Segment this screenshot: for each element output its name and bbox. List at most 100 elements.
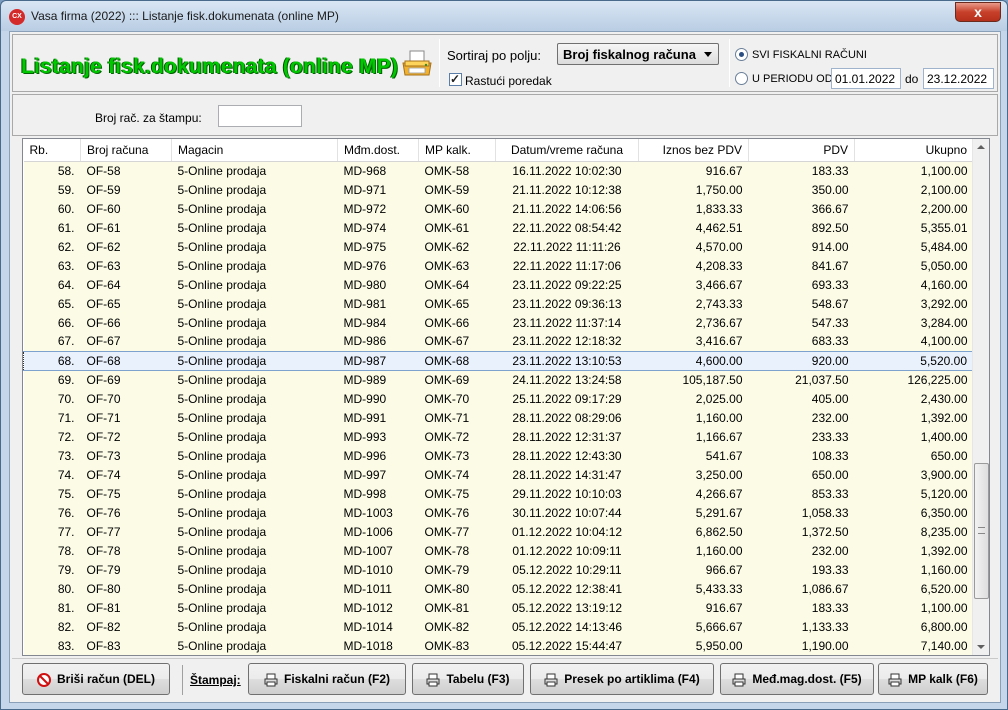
table-row[interactable]: 81. OF-81 5-Online prodaja MD-1012 OMK-81 05.… (23, 598, 974, 617)
table-row[interactable]: 71. OF-71 5-Online prodaja MD-991 OMK-71 28.1… (23, 408, 974, 427)
cell-magacin: 5-Online prodaja (171, 541, 338, 560)
cell-mdm-dost: MD-997 (337, 465, 419, 484)
cell-datum: 23.11.2022 12:18:32 (495, 332, 639, 351)
table-row[interactable]: 74. OF-74 5-Online prodaja MD-997 OMK-74 28.1… (23, 465, 974, 484)
cell-pdv: 405.00 (748, 389, 855, 408)
table-row[interactable]: 68. OF-68 5-Online prodaja MD-987 OMK-68 23.1… (23, 350, 974, 371)
print-table-button[interactable]: Tabelu (F3) (412, 663, 524, 695)
column-header-mdm-dost[interactable]: Mđm.dost. (337, 139, 419, 162)
cell-pdv: 548.67 (748, 294, 855, 313)
cell-datum: 28.11.2022 14:31:47 (495, 465, 639, 484)
table-row[interactable]: 82. OF-82 5-Online prodaja MD-1014 OMK-82 05.… (23, 617, 974, 636)
cell-mdm-dost: MD-981 (337, 294, 419, 313)
column-header-mp-kalk[interactable]: MP kalk. (418, 139, 496, 162)
cell-datum: 05.12.2022 10:29:11 (495, 560, 639, 579)
column-header-broj[interactable]: Broj računa (80, 139, 172, 162)
table-row[interactable]: 73. OF-73 5-Online prodaja MD-996 OMK-73 28.1… (23, 446, 974, 465)
column-header-ukupno[interactable]: Ukupno (854, 139, 974, 162)
column-header-magacin[interactable]: Magacin (171, 139, 338, 162)
cell-ukupno: 2,200.00 (854, 199, 974, 218)
cell-mp-kalk: OMK-59 (418, 180, 496, 199)
cell-datum: 29.11.2022 10:10:03 (495, 484, 639, 503)
radio-all-receipts[interactable] (735, 48, 748, 61)
cell-mdm-dost: MD-987 (337, 350, 419, 371)
cell-iznos: 1,160.00 (638, 541, 749, 560)
table-row[interactable]: 64. OF-64 5-Online prodaja MD-980 OMK-64 23.1… (23, 275, 974, 294)
cell-rb: 65. (23, 294, 81, 313)
cell-ukupno: 6,520.00 (854, 579, 974, 598)
print-number-input[interactable] (218, 105, 302, 127)
vertical-scrollbar[interactable] (972, 139, 989, 655)
table-row[interactable]: 70. OF-70 5-Online prodaja MD-990 OMK-70 25.1… (23, 389, 974, 408)
cell-mp-kalk: OMK-61 (418, 218, 496, 237)
table-row[interactable]: 77. OF-77 5-Online prodaja MD-1006 OMK-77 01.… (23, 522, 974, 541)
table-body: 58. OF-58 5-Online prodaja MD-968 OMK-58 16.1… (23, 161, 974, 655)
cell-mdm-dost: MD-1010 (337, 560, 419, 579)
close-button[interactable]: x (955, 2, 1001, 22)
cell-broj: OF-72 (80, 427, 172, 446)
scrollbar-thumb[interactable] (974, 463, 989, 599)
cell-magacin: 5-Online prodaja (171, 579, 338, 598)
scroll-up-icon[interactable] (977, 145, 985, 149)
table-row[interactable]: 65. OF-65 5-Online prodaja MD-981 OMK-65 23.1… (23, 294, 974, 313)
table-row[interactable]: 60. OF-60 5-Online prodaja MD-972 OMK-60 21.1… (23, 199, 974, 218)
cell-datum: 05.12.2022 12:38:41 (495, 579, 639, 598)
table-row[interactable]: 63. OF-63 5-Online prodaja MD-976 OMK-63 22.1… (23, 256, 974, 275)
receipts-grid[interactable]: Rb. Broj računa Magacin Mđm.dost. MP kal… (22, 138, 990, 656)
column-header-pdv[interactable]: PDV (748, 139, 855, 162)
delete-receipt-button[interactable]: Briši račun (DEL) (22, 663, 170, 695)
column-header-iznos[interactable]: Iznos bez PDV (638, 139, 749, 162)
table-row[interactable]: 69. OF-69 5-Online prodaja MD-989 OMK-69 24.1… (23, 370, 974, 389)
table-row[interactable]: 83. OF-83 5-Online prodaja MD-1018 OMK-83 05.… (23, 636, 974, 655)
table-row[interactable]: 79. OF-79 5-Online prodaja MD-1010 OMK-79 05.… (23, 560, 974, 579)
column-header-datum[interactable]: Datum/vreme računa (495, 139, 639, 162)
print-fiscal-receipt-button[interactable]: Fiskalni račun (F2) (248, 663, 406, 695)
print-mp-calc-button[interactable]: MP kalk (F6) (878, 663, 988, 695)
date-to-field[interactable]: 23.12.2022 (923, 68, 994, 89)
table-row[interactable]: 61. OF-61 5-Online prodaja MD-974 OMK-61 22.1… (23, 218, 974, 237)
cell-mdm-dost: MD-991 (337, 408, 419, 427)
table-row[interactable]: 72. OF-72 5-Online prodaja MD-993 OMK-72 28.1… (23, 427, 974, 446)
cell-rb: 74. (23, 465, 81, 484)
table-row[interactable]: 75. OF-75 5-Online prodaja MD-998 OMK-75 29.1… (23, 484, 974, 503)
cell-ukupno: 2,100.00 (854, 180, 974, 199)
print-item-summary-button[interactable]: Presek po artiklima (F4) (530, 663, 714, 695)
cell-mdm-dost: MD-971 (337, 180, 419, 199)
date-from-field[interactable]: 01.01.2022 (831, 68, 901, 89)
print-transfer-button[interactable]: Međ.mag.dost. (F5) (720, 663, 874, 695)
cell-mp-kalk: OMK-82 (418, 617, 496, 636)
ascending-checkbox[interactable] (449, 72, 462, 86)
table-row[interactable]: 76. OF-76 5-Online prodaja MD-1003 OMK-76 30.… (23, 503, 974, 522)
table-row[interactable]: 78. OF-78 5-Online prodaja MD-1007 OMK-78 01.… (23, 541, 974, 560)
cell-mp-kalk: OMK-65 (418, 294, 496, 313)
table-row[interactable]: 66. OF-66 5-Online prodaja MD-984 OMK-66 23.1… (23, 313, 974, 332)
scroll-down-icon[interactable] (977, 645, 985, 649)
cell-mdm-dost: MD-968 (337, 161, 419, 180)
table-row[interactable]: 67. OF-67 5-Online prodaja MD-986 OMK-67 23.1… (23, 332, 974, 351)
radio-period[interactable] (735, 72, 748, 85)
cell-magacin: 5-Online prodaja (171, 427, 338, 446)
cell-pdv: 232.00 (748, 408, 855, 427)
cell-pdv: 1,133.33 (748, 617, 855, 636)
table-row[interactable]: 80. OF-80 5-Online prodaja MD-1011 OMK-80 05.… (23, 579, 974, 598)
cell-datum: 25.11.2022 09:17:29 (495, 389, 639, 408)
sort-field-select[interactable]: Broj fiskalnog računa (557, 43, 719, 65)
cell-ukupno: 1,160.00 (854, 560, 974, 579)
cell-mdm-dost: MD-998 (337, 484, 419, 503)
title-bar[interactable]: CX Vasa firma (2022) ::: Listanje fisk.d… (1, 1, 1007, 31)
table-row[interactable]: 62. OF-62 5-Online prodaja MD-975 OMK-62 22.1… (23, 237, 974, 256)
cell-broj: OF-61 (80, 218, 172, 237)
cell-ukupno: 5,520.00 (854, 350, 974, 371)
cell-mp-kalk: OMK-81 (418, 598, 496, 617)
table-row[interactable]: 58. OF-58 5-Online prodaja MD-968 OMK-58 16.1… (23, 161, 974, 180)
cell-mp-kalk: OMK-68 (418, 350, 496, 371)
table-row[interactable]: 59. OF-59 5-Online prodaja MD-971 OMK-59 21.1… (23, 180, 974, 199)
cell-ukupno: 1,100.00 (854, 161, 974, 180)
cell-pdv: 1,372.50 (748, 522, 855, 541)
date-to-label: do (905, 72, 919, 86)
cell-pdv: 108.33 (748, 446, 855, 465)
column-header-rb[interactable]: Rb. (23, 139, 81, 162)
cell-ukupno: 5,120.00 (854, 484, 974, 503)
cell-datum: 05.12.2022 13:19:12 (495, 598, 639, 617)
cell-ukupno: 126,225.00 (854, 370, 974, 389)
